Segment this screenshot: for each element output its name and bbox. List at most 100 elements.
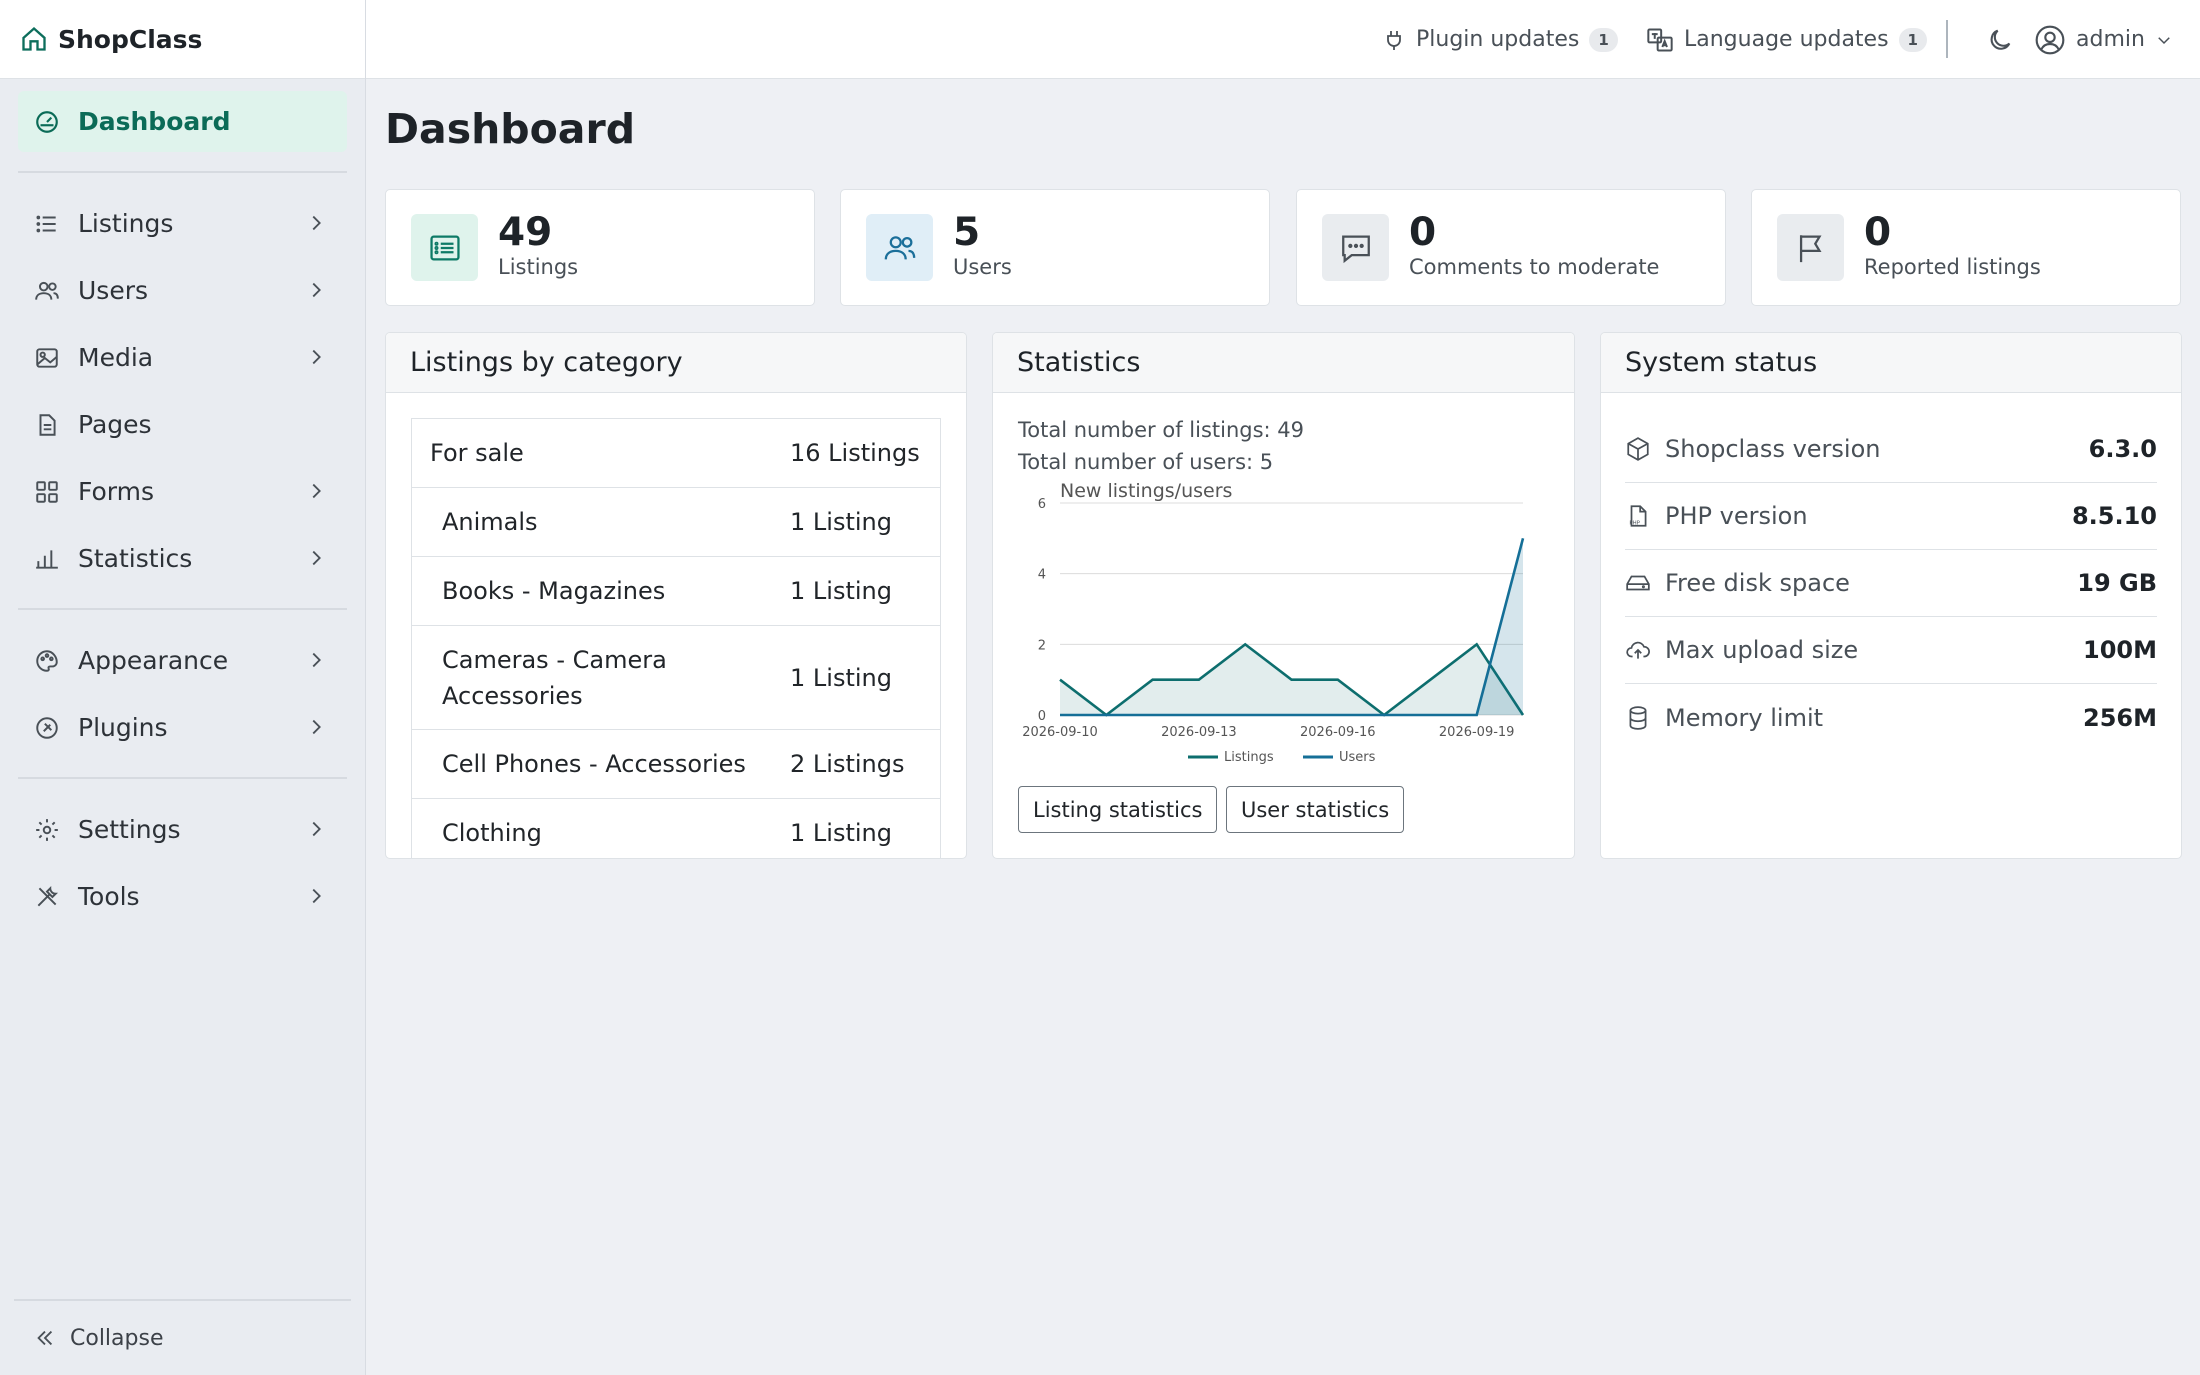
category-count: 1 Listing [790,663,892,692]
stat-value: 0 [1864,210,1892,255]
table-row[interactable]: Books - Magazines 1 Listing [412,557,940,626]
total-users-text: Total number of users: 5 [1018,450,1274,474]
table-row[interactable]: Animals 1 Listing [412,488,940,557]
chevron-right-icon [305,279,327,301]
plug-icon [1382,27,1406,53]
category-name: Cameras - Camera Accessories [442,645,667,710]
stat-label: Listings [498,255,579,279]
chevron-right-icon [305,346,327,368]
flag-icon [1777,214,1844,281]
chevron-right-icon [305,649,327,671]
table-row[interactable]: Clothing 1 Listing [412,799,940,858]
system-value: 256M [2083,703,2157,732]
users-icon [866,214,933,281]
chevron-down-icon [2155,31,2173,49]
list-icon [34,211,60,237]
sidebar-item-media[interactable]: Media [18,327,347,388]
stat-card-comments[interactable]: 0 Comments to moderate [1296,189,1726,306]
sidebar-item-listings[interactable]: Listings [18,193,347,254]
system-value: 6.3.0 [2088,435,2157,463]
y-tick-label: 6 [1038,497,1046,512]
chevron-right-icon [305,818,327,840]
sidebar-item-plugins[interactable]: Plugins [18,697,347,758]
sidebar-item-label: Statistics [78,544,193,573]
statistics-panel-title: Statistics [993,333,1574,393]
y-tick-label: 0 [1038,709,1046,724]
sidebar-item-forms[interactable]: Forms [18,461,347,522]
page-title: Dashboard [385,105,636,153]
category-name: Books - Magazines [442,577,666,605]
sidebar-item-dashboard[interactable]: Dashboard [18,91,347,152]
system-value: 19 GB [2077,569,2157,597]
sidebar-item-appearance[interactable]: Appearance [18,630,347,691]
system-row-disk: Free disk space 19 GB [1625,550,2157,617]
home-icon [20,25,48,53]
chevron-right-icon [305,212,327,234]
gauge-icon [34,109,60,135]
category-table[interactable]: For sale 16 Listings Animals 1 Listing B… [411,418,941,858]
nav-divider [18,608,347,610]
x-tick-label: 2026-09-19 [1439,725,1515,740]
system-value: 100M [2083,636,2157,664]
sidebar-item-statistics[interactable]: Statistics [18,528,347,589]
table-row[interactable]: Cameras - Camera Accessories 1 Listing [412,626,940,730]
stat-card-reported[interactable]: 0 Reported listings [1751,189,2181,306]
sidebar-item-settings[interactable]: Settings [18,799,347,860]
chevron-right-icon [305,716,327,738]
list-icon [411,214,478,281]
table-row[interactable]: For sale 16 Listings [412,419,940,488]
user-menu[interactable]: admin [2034,0,2173,79]
category-count: 16 Listings [790,439,920,467]
collapse-button[interactable]: Collapse [14,1299,351,1375]
database-icon [1625,705,1651,731]
legend-label: Listings [1224,750,1274,765]
plugin-icon [34,715,60,741]
collapse-label: Collapse [70,1325,164,1351]
tools-icon [34,884,60,910]
sidebar-item-label: Appearance [78,646,229,675]
sidebar-item-label: Tools [78,882,140,911]
sidebar-item-pages[interactable]: Pages [18,394,347,455]
plugin-updates-button[interactable]: Plugin updates 1 [1382,0,1618,79]
chevron-right-icon [305,885,327,907]
sidebar-item-label: Forms [78,477,155,506]
dark-mode-toggle[interactable] [1986,0,2014,79]
system-status-panel: System status Shopclass version 6.3.0 PH… [1600,332,2182,859]
stat-value: 49 [498,210,553,255]
sidebar-item-label: Users [78,276,149,305]
chart-title: New listings/users [1060,483,1232,502]
statistics-chart: New listings/users 0 2 4 6 2026-09-10 2026-09-… [1022,483,1525,765]
category-panel: Listings by category For sale 16 Listing… [385,332,967,859]
stat-value: 0 [1409,210,1437,255]
brand[interactable]: ShopClass [0,0,365,79]
category-name: Clothing [442,819,542,847]
category-name: Animals [442,508,538,536]
image-icon [34,345,60,371]
palette-icon [34,648,60,674]
stat-card-listings[interactable]: 49 Listings [385,189,815,306]
category-count: 1 Listing [790,819,892,847]
sidebar-item-users[interactable]: Users [18,260,347,321]
category-name: Cell Phones - Accessories [442,750,746,778]
gear-icon [34,817,60,843]
bar-chart-icon [34,546,60,572]
comment-icon [1322,214,1389,281]
sidebar-item-tools[interactable]: Tools [18,866,347,927]
stat-label: Users [953,255,1012,279]
system-row-version: Shopclass version 6.3.0 [1625,416,2157,483]
listing-statistics-button[interactable]: Listing statistics [1018,786,1218,833]
sidebar-item-label: Dashboard [78,107,231,136]
language-updates-button[interactable]: Language updates 1 [1646,0,1927,79]
stat-value: 5 [953,210,981,255]
stat-card-users[interactable]: 5 Users [840,189,1270,306]
system-value: 8.5.10 [2071,502,2157,530]
category-count: 1 Listing [790,508,892,536]
user-statistics-button[interactable]: User statistics [1226,786,1405,833]
system-status-title: System status [1601,333,2181,393]
grid-icon [34,479,60,505]
chevron-right-icon [305,480,327,502]
x-tick-label: 2026-09-16 [1300,725,1376,740]
table-row[interactable]: Cell Phones - Accessories 2 Listings [412,730,940,799]
file-icon [34,412,60,438]
total-listings-text: Total number of listings: 49 [1018,418,1305,442]
